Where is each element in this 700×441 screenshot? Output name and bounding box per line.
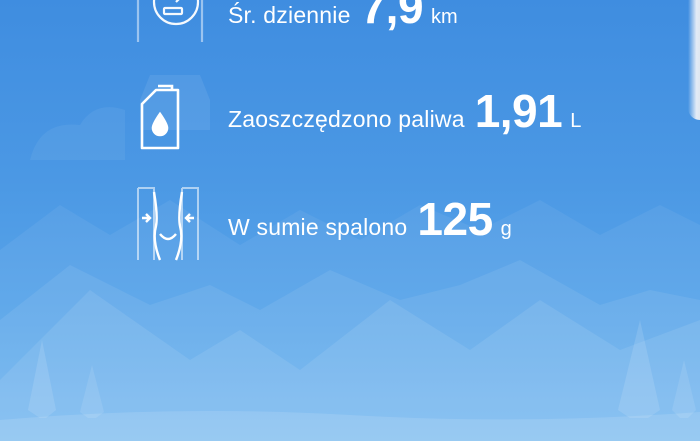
stat-daily-average: Śr. dziennie 7,9 km — [228, 0, 458, 34]
stat-daily-value: 7,9 — [360, 0, 424, 33]
stat-fuel-unit: L — [570, 110, 582, 132]
stat-fuel-value: 1,91 — [474, 85, 563, 137]
waist-measure-icon — [137, 187, 199, 261]
fuel-can-icon — [140, 84, 180, 150]
stat-daily-unit: km — [431, 6, 458, 28]
stat-burned-label: W sumie spalono — [228, 214, 408, 240]
stat-daily-label: Śr. dziennie — [228, 2, 351, 28]
stat-burned-unit: g — [500, 218, 512, 240]
scroll-edge — [688, 0, 700, 120]
stat-fuel-saved: Zaoszczędzono paliwa 1,91 L — [228, 84, 581, 138]
stat-fuel-label: Zaoszczędzono paliwa — [228, 106, 465, 132]
stat-total-burned: W sumie spalono 125 g — [228, 192, 512, 246]
stat-burned-value: 125 — [417, 193, 493, 245]
speedometer-icon — [136, 0, 204, 42]
